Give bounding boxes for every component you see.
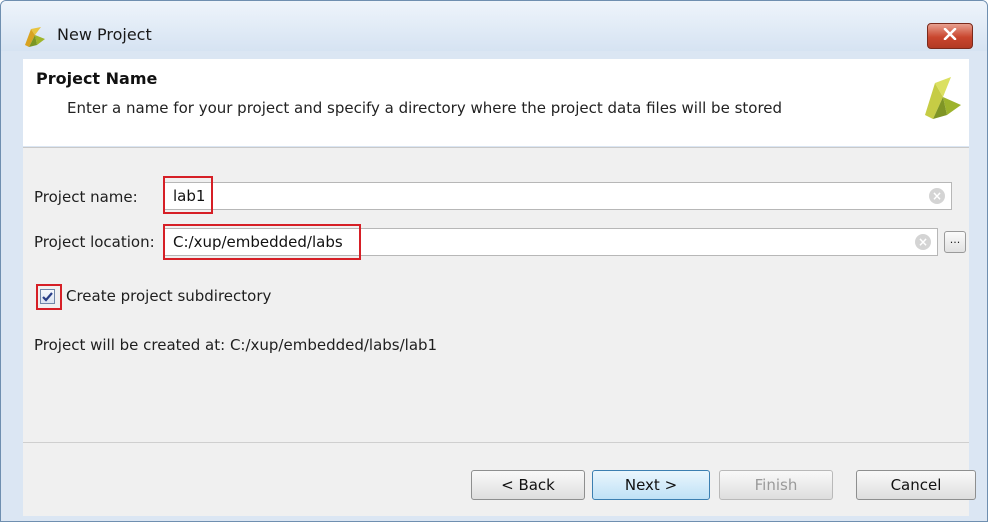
- project-name-label: Project name:: [34, 188, 138, 206]
- back-button[interactable]: < Back: [471, 470, 585, 500]
- project-path-preview: Project will be created at: C:/xup/embed…: [34, 336, 438, 354]
- close-icon: [943, 27, 957, 44]
- divider: [23, 442, 969, 443]
- highlight-box: [163, 176, 213, 214]
- title-bar: New Project: [1, 1, 987, 51]
- window-title: New Project: [57, 25, 152, 44]
- project-name-input[interactable]: [173, 186, 733, 206]
- highlight-box: [36, 284, 62, 310]
- finish-button[interactable]: Finish: [719, 470, 833, 500]
- vivado-logo-icon: [23, 25, 47, 51]
- wizard-content: Project name: × Project location: × ... …: [23, 147, 976, 516]
- project-location-label: Project location:: [34, 233, 155, 251]
- vivado-logo-icon: [923, 75, 963, 123]
- highlight-box: [163, 224, 361, 260]
- page-description: Enter a name for your project and specif…: [67, 99, 783, 117]
- browse-button[interactable]: ...: [944, 231, 966, 253]
- page-title: Project Name: [36, 69, 158, 88]
- close-button[interactable]: [927, 23, 973, 49]
- wizard-header: Project Name Enter a name for your proje…: [23, 59, 969, 146]
- create-subdirectory-label[interactable]: Create project subdirectory: [66, 287, 271, 305]
- clear-icon[interactable]: ×: [915, 234, 931, 250]
- next-button[interactable]: Next >: [592, 470, 710, 500]
- cancel-button[interactable]: Cancel: [856, 470, 976, 500]
- project-name-field[interactable]: ×: [164, 182, 952, 210]
- clear-icon[interactable]: ×: [929, 188, 945, 204]
- new-project-dialog: New Project Project Name Enter a name fo…: [0, 0, 988, 522]
